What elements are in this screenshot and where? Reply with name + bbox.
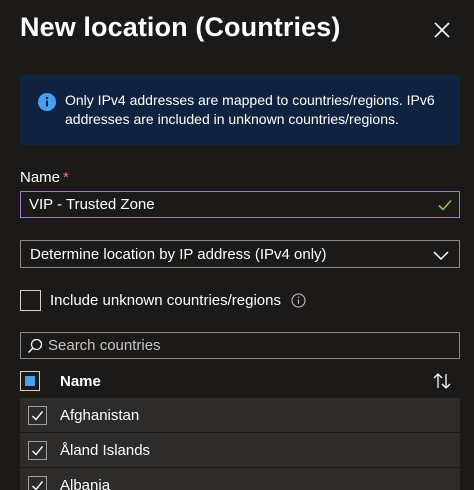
include-unknown-checkbox[interactable] [20, 289, 41, 311]
search-input[interactable] [48, 337, 448, 354]
required-marker: * [63, 169, 69, 186]
row-checkbox[interactable] [28, 440, 47, 460]
name-field-value: VIP - Trusted Zone [29, 196, 155, 213]
location-method-value: Determine location by IP address (IPv4 o… [30, 245, 327, 263]
info-icon[interactable] [291, 293, 306, 308]
search-box [20, 332, 460, 359]
row-checkbox[interactable] [28, 475, 47, 490]
table-row[interactable]: Afghanistan [20, 398, 460, 433]
country-name: Afghanistan [60, 406, 140, 424]
checkmark-icon [32, 480, 44, 490]
search-icon [28, 338, 43, 353]
table-row[interactable]: Albania [20, 468, 460, 490]
info-icon [38, 93, 56, 111]
table-header: Name [20, 366, 460, 396]
partial-selection-indicator [25, 376, 35, 386]
chevron-down-icon [433, 251, 449, 261]
panel-title: New location (Countries) [20, 12, 341, 42]
include-unknown-label: Include unknown countries/regions [50, 291, 281, 309]
country-list: Afghanistan Åland Islands Albania [20, 398, 460, 490]
checkmark-icon [32, 445, 44, 456]
country-name: Albania [60, 476, 111, 490]
include-unknown-row: Include unknown countries/regions [20, 289, 306, 311]
info-message: Only IPv4 addresses are mapped to countr… [65, 92, 435, 127]
checkmark-icon [438, 199, 452, 211]
table-row[interactable]: Åland Islands [20, 433, 460, 468]
country-name: Åland Islands [60, 441, 151, 459]
select-all-checkbox[interactable] [20, 371, 40, 391]
sort-icon[interactable] [432, 372, 452, 390]
location-method-dropdown[interactable]: Determine location by IP address (IPv4 o… [20, 240, 460, 268]
name-label-text: Name [20, 169, 61, 186]
info-banner: Only IPv4 addresses are mapped to countr… [20, 75, 460, 145]
name-label: Name * [20, 169, 69, 186]
name-field[interactable]: VIP - Trusted Zone [20, 191, 460, 218]
close-button[interactable] [430, 18, 454, 42]
close-icon [434, 22, 450, 38]
row-checkbox[interactable] [28, 405, 47, 425]
column-header-name[interactable]: Name [60, 373, 101, 390]
checkmark-icon [32, 410, 44, 421]
